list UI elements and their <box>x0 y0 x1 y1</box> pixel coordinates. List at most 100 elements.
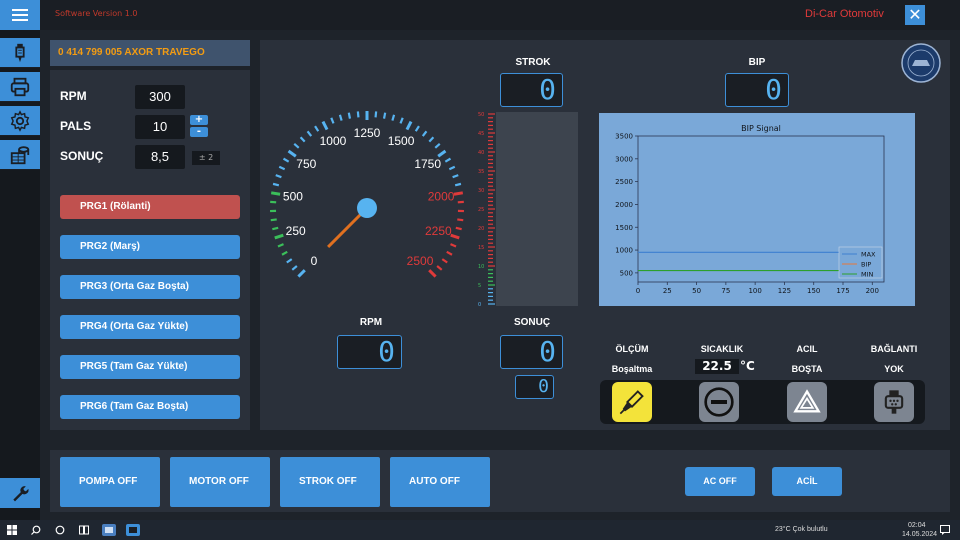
olcum-label: ÖLÇÜM <box>615 344 649 354</box>
program-button-1[interactable]: PRG1 (Rölanti) <box>60 195 240 219</box>
ac-button[interactable]: AC OFF <box>685 467 755 496</box>
chart-y-tick-label: 2500 <box>615 178 633 186</box>
clock-time[interactable]: 02:04 <box>908 522 926 529</box>
gauge-tick <box>436 265 443 271</box>
program-button-2[interactable]: PRG2 (Marş) <box>60 235 240 259</box>
left-rail <box>0 30 40 520</box>
serial-connector-icon <box>884 390 904 414</box>
gauge-label: 750 <box>296 157 316 171</box>
temperature-unit: °C <box>740 359 755 373</box>
service-button[interactable] <box>0 478 40 508</box>
chart-y-tick-label: 2000 <box>615 201 633 209</box>
gauge-tick <box>414 125 420 132</box>
auto-button[interactable]: AUTO OFF <box>390 457 490 507</box>
program-button-6[interactable]: PRG6 (Tam Gaz Boşta) <box>60 395 240 419</box>
gauge-tick <box>287 149 297 158</box>
gauge-tick <box>454 182 462 187</box>
motor-button[interactable]: MOTOR OFF <box>170 457 270 507</box>
pals-value[interactable]: 10 <box>135 115 185 139</box>
bar-scale-label: 15 <box>478 245 484 251</box>
search-icon[interactable] <box>31 525 41 535</box>
gauge-label: 250 <box>286 224 306 238</box>
weather-info[interactable]: 23°C Çok bulutlu <box>775 526 828 533</box>
measurement-panel: 0 250 500 750 1000 1250 1500 1750 2000 2250 2500 5… <box>260 40 950 430</box>
warning-triangle-icon <box>793 389 821 413</box>
gear-icon <box>10 109 30 132</box>
gauge-tick <box>428 269 437 278</box>
gauge-tick <box>446 250 453 256</box>
database-button[interactable] <box>0 140 40 170</box>
chart-legend-label: MAX <box>861 250 876 258</box>
chart-x-tick-label: 50 <box>692 287 701 295</box>
bar-scale-label: 0 <box>478 302 481 308</box>
gauge-tick <box>272 182 280 187</box>
bar-scale-label: 5 <box>478 283 481 289</box>
gauge-tick <box>270 191 281 196</box>
gauge-tick <box>450 233 460 240</box>
gauge-tick <box>306 130 313 137</box>
gauge-tick <box>272 226 279 231</box>
database-icon <box>10 145 30 164</box>
print-button[interactable] <box>0 72 40 102</box>
program-button-5[interactable]: PRG5 (Tam Gaz Yükte) <box>60 355 240 379</box>
rpm-label: RPM <box>60 89 87 103</box>
chart-x-tick-label: 100 <box>748 287 761 295</box>
bar-scale-label: 20 <box>478 226 484 232</box>
menu-button[interactable] <box>0 0 40 30</box>
gauge-label: 1000 <box>320 134 347 148</box>
gauge-tick <box>275 174 282 179</box>
tolerance-value: ± 2 <box>192 151 220 165</box>
rpm-value[interactable]: 300 <box>135 85 185 109</box>
gauge-label: 2000 <box>428 189 455 203</box>
chart-y-tick-label: 500 <box>620 269 633 277</box>
wrench-icon <box>13 486 29 502</box>
acil-label: ACIL <box>796 344 818 354</box>
injector-icon <box>15 43 25 62</box>
clock-date[interactable]: 14.05.2024 <box>902 531 937 538</box>
gauge-tick <box>450 243 457 248</box>
minus-circle-icon <box>704 387 734 417</box>
program-button-3[interactable]: PRG3 (Orta Gaz Boşta) <box>60 275 240 299</box>
pals-plus-button[interactable]: + <box>190 115 208 125</box>
windows-start-icon[interactable] <box>7 525 17 535</box>
chart-y-tick-label: 3000 <box>615 155 633 163</box>
gauge-tick <box>437 149 447 158</box>
active-app-taskbar-icon[interactable] <box>126 524 140 536</box>
settings-button[interactable] <box>0 106 40 136</box>
chart-x-tick-label: 150 <box>807 287 820 295</box>
gauge-tick <box>374 111 378 118</box>
bip-display: 0 <box>725 73 789 107</box>
acil-button[interactable]: ACİL <box>772 467 842 496</box>
gauge-tick <box>421 130 428 137</box>
gauge-label: 1750 <box>414 157 441 171</box>
gauge-tick <box>274 233 284 240</box>
gauge-tick <box>405 120 413 131</box>
pompa-button[interactable]: POMPA OFF <box>60 457 160 507</box>
baglanti-label: BAĞLANTI <box>870 344 918 354</box>
gauge-tick <box>282 157 290 163</box>
cortana-icon[interactable] <box>55 525 65 535</box>
close-button[interactable]: ✕ <box>905 5 925 25</box>
program-button-4[interactable]: PRG4 (Orta Gaz Yükte) <box>60 315 240 339</box>
app-taskbar-icon[interactable] <box>102 524 116 536</box>
bip-signal-chart: BIP Signal 0 25 50 75 100 125 150 175 200 500 100… <box>599 113 915 306</box>
rpm-gauge: 0 250 500 750 1000 1250 1500 1750 2000 2250 2500 <box>270 111 464 278</box>
menu-icon-line <box>12 14 28 16</box>
sicaklik-label: SICAKLIK <box>700 344 744 354</box>
temperature-status <box>699 382 739 422</box>
injector-test-button[interactable] <box>0 38 40 68</box>
notification-icon[interactable] <box>940 525 950 535</box>
menu-icon <box>12 9 28 11</box>
task-view-icon[interactable] <box>79 525 89 535</box>
sonuc-value[interactable]: 8,5 <box>135 145 185 169</box>
gauge-tick <box>278 165 286 171</box>
small-display: 0 <box>515 375 554 399</box>
strok-button[interactable]: STROK OFF <box>280 457 380 507</box>
gauge-label: 2500 <box>407 254 434 268</box>
gauge-label: 1500 <box>388 134 415 148</box>
bar-scale-label: 35 <box>478 169 484 175</box>
pals-minus-button[interactable]: - <box>190 127 208 137</box>
connection-status <box>874 382 914 422</box>
software-version: Software Version 1.0 <box>55 9 138 18</box>
baglanti-status: YOK <box>884 364 904 374</box>
